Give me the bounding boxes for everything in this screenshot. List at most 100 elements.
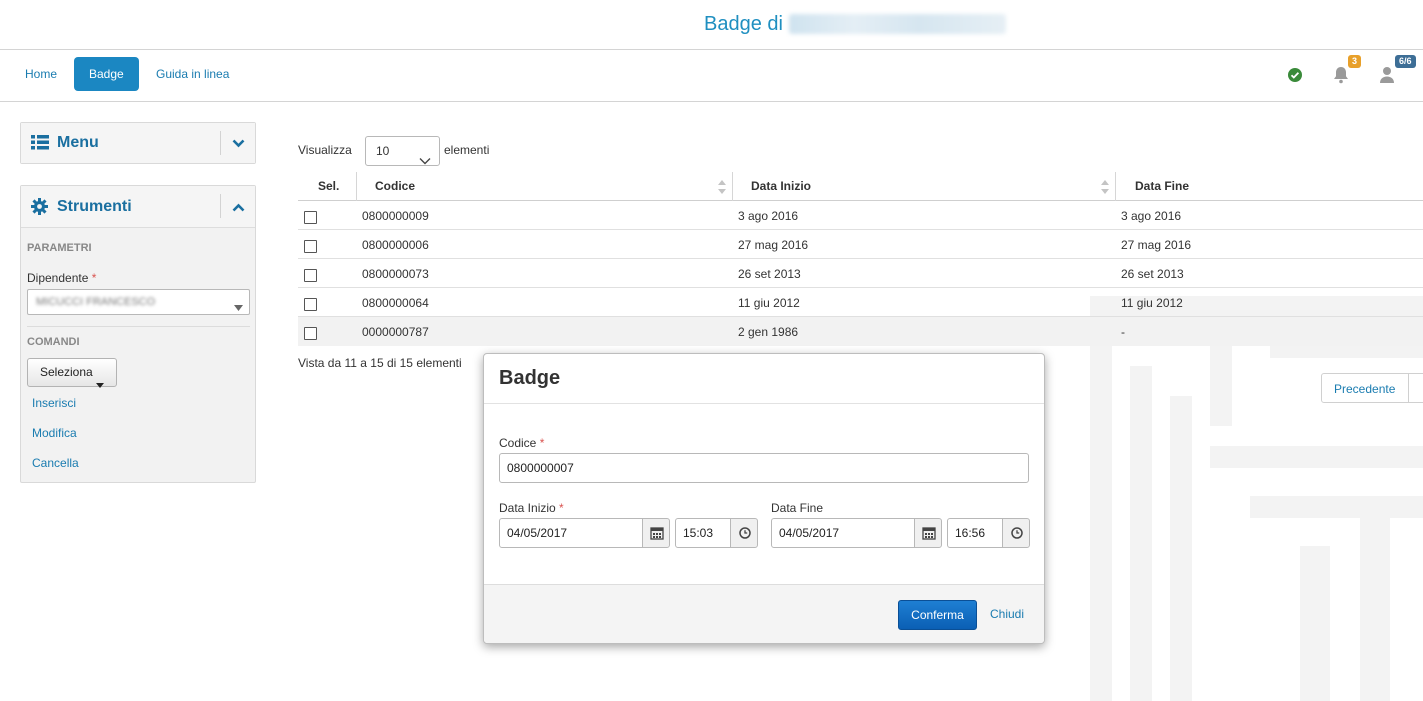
- column-header-data-inizio[interactable]: Data Inizio: [751, 179, 811, 193]
- data-inizio-label: Data Inizio *: [499, 501, 564, 515]
- modal-footer: Conferma Chiudi: [484, 584, 1044, 643]
- divider: [27, 326, 250, 327]
- cell-data-fine: -: [1121, 325, 1125, 339]
- divider: [356, 172, 357, 201]
- column-header-sel: Sel.: [318, 179, 340, 193]
- column-header-codice[interactable]: Codice: [375, 179, 415, 193]
- cell-data-fine: 3 ago 2016: [1121, 209, 1182, 223]
- divider: [1408, 374, 1409, 402]
- check-circle-icon[interactable]: [1287, 67, 1303, 86]
- menu-panel-title: Menu: [57, 134, 99, 151]
- redacted-employee-name: [789, 14, 1006, 34]
- cell-codice: 0800000009: [362, 209, 429, 223]
- nav-badge[interactable]: Badge: [74, 57, 139, 91]
- codice-label: Codice *: [499, 436, 545, 450]
- table-header: Sel. Codice Data Inizio Data Fine: [298, 172, 1423, 201]
- cell-data-inizio: 2 gen 1986: [738, 325, 799, 339]
- page-length-value: 10: [376, 144, 390, 158]
- modal-header: Badge: [484, 354, 1044, 404]
- modifica-link[interactable]: Modifica: [32, 426, 77, 440]
- data-inizio-calendar-button[interactable]: [642, 518, 670, 548]
- chiudi-button[interactable]: Chiudi: [990, 607, 1024, 621]
- bell-icon[interactable]: [1333, 66, 1349, 87]
- user-icon[interactable]: [1379, 66, 1395, 87]
- cell-codice: 0000000787: [362, 325, 429, 339]
- list-icon: [31, 135, 49, 153]
- row-checkbox[interactable]: [304, 327, 317, 340]
- menu-panel-header[interactable]: Menu: [21, 123, 255, 163]
- strumenti-panel-title: Strumenti: [57, 198, 132, 215]
- nav-home[interactable]: Home: [10, 57, 72, 91]
- divider: [220, 194, 221, 218]
- page-length-suffix: elementi: [444, 143, 490, 157]
- notifications-count-badge: 3: [1348, 55, 1362, 68]
- caret-down-icon: [96, 371, 104, 398]
- seleziona-dropdown-button[interactable]: Seleziona: [27, 358, 117, 388]
- section-parametri: PARAMETRI: [27, 242, 92, 254]
- divider: [1115, 172, 1116, 201]
- divider: [732, 172, 733, 201]
- cell-data-inizio: 11 giu 2012: [738, 296, 800, 310]
- nav-guida-in-linea[interactable]: Guida in linea: [141, 57, 244, 91]
- table-row[interactable]: 0800000064 11 giu 2012 11 giu 2012: [298, 288, 1423, 317]
- divider: [220, 131, 221, 155]
- data-inizio-clock-button[interactable]: [730, 518, 758, 548]
- data-fine-label: Data Fine: [771, 501, 824, 515]
- modal-title: Badge: [499, 367, 561, 389]
- gear-icon: [31, 198, 48, 218]
- table-row[interactable]: 0800000073 26 set 2013 26 set 2013: [298, 259, 1423, 288]
- page-header: Badge di: [0, 0, 1423, 50]
- pagination: Precedente: [1321, 373, 1423, 403]
- cell-codice: 0800000006: [362, 238, 429, 252]
- cell-data-inizio: 26 set 2013: [738, 267, 801, 281]
- cell-data-inizio: 27 mag 2016: [738, 238, 809, 252]
- column-header-data-fine[interactable]: Data Fine: [1135, 179, 1189, 193]
- cell-data-fine: 27 mag 2016: [1121, 238, 1192, 252]
- cell-data-fine: 26 set 2013: [1121, 267, 1184, 281]
- table-row[interactable]: 0800000006 27 mag 2016 27 mag 2016: [298, 230, 1423, 259]
- strumenti-panel-header[interactable]: Strumenti: [21, 186, 255, 228]
- page-length-select[interactable]: 10: [365, 136, 440, 166]
- pagination-previous[interactable]: Precedente: [1334, 382, 1395, 396]
- navbar: Home Badge Guida in linea 3 6/6: [0, 51, 1423, 102]
- cell-codice: 0800000064: [362, 296, 429, 310]
- data-fine-clock-button[interactable]: [1002, 518, 1030, 548]
- cancella-link[interactable]: Cancella: [32, 456, 79, 470]
- chevron-down-icon: [419, 147, 431, 175]
- data-inizio-date-input[interactable]: 04/05/2017: [499, 518, 643, 548]
- dipendente-value: MICUCCI FRANCESCO: [36, 296, 156, 308]
- row-checkbox[interactable]: [304, 211, 317, 224]
- codice-input[interactable]: 0800000007: [499, 453, 1029, 483]
- sort-icon[interactable]: [718, 180, 726, 197]
- conferma-button[interactable]: Conferma: [898, 600, 977, 630]
- user-count-badge: 6/6: [1395, 55, 1416, 68]
- row-checkbox[interactable]: [304, 298, 317, 311]
- page-length-label: Visualizza: [298, 143, 352, 157]
- cell-codice: 0800000073: [362, 267, 429, 281]
- badge-modal: Badge Codice * 0800000007 Data Inizio * …: [483, 353, 1045, 644]
- strumenti-panel: Strumenti PARAMETRI Dipendente * MICUCCI…: [20, 185, 256, 483]
- cell-data-fine: 11 giu 2012: [1121, 296, 1183, 310]
- row-checkbox[interactable]: [304, 269, 317, 282]
- data-inizio-time-input[interactable]: 15:03: [675, 518, 732, 548]
- chevron-down-icon[interactable]: [232, 137, 245, 151]
- table-info: Vista da 11 a 15 di 15 elementi: [298, 356, 462, 370]
- caret-down-icon: [234, 300, 243, 314]
- table-row[interactable]: 0800000009 3 ago 2016 3 ago 2016: [298, 201, 1423, 230]
- page-title: Badge di: [704, 13, 783, 35]
- background-pattern: [1070, 296, 1423, 701]
- data-fine-calendar-button[interactable]: [914, 518, 942, 548]
- cell-data-inizio: 3 ago 2016: [738, 209, 799, 223]
- row-checkbox[interactable]: [304, 240, 317, 253]
- dipendente-select[interactable]: MICUCCI FRANCESCO: [27, 289, 250, 315]
- table-row[interactable]: 0000000787 2 gen 1986 -: [298, 317, 1423, 346]
- dipendente-label: Dipendente *: [27, 271, 97, 285]
- seleziona-label: Seleziona: [40, 365, 93, 379]
- sort-icon[interactable]: [1101, 180, 1109, 197]
- chevron-up-icon[interactable]: [232, 201, 245, 215]
- data-fine-date-input[interactable]: 04/05/2017: [771, 518, 915, 548]
- inserisci-link[interactable]: Inserisci: [32, 396, 76, 410]
- data-fine-time-input[interactable]: 16:56: [947, 518, 1004, 548]
- menu-panel: Menu: [20, 122, 256, 164]
- section-comandi: COMANDI: [27, 336, 80, 348]
